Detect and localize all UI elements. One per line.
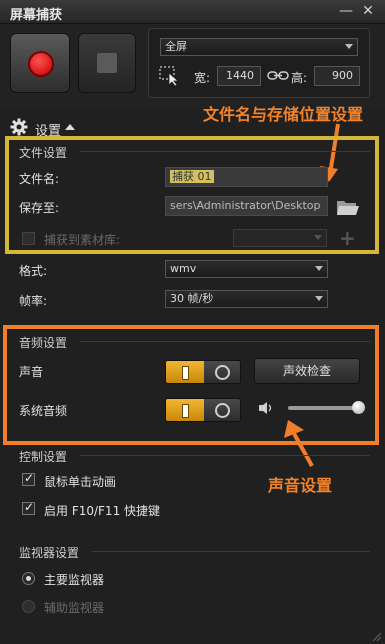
saveto-input[interactable]: sers\Administrator\Desktop xyxy=(165,196,328,216)
speaker-icon xyxy=(258,401,274,415)
height-label: 高: xyxy=(291,71,308,85)
secondary-monitor-radio[interactable] xyxy=(22,600,35,613)
hotkey-label: 启用 F10/F11 快捷键 xyxy=(44,504,161,518)
stop-button[interactable] xyxy=(78,33,136,93)
filename-value: 捕获 01 xyxy=(170,170,214,183)
volume-fill xyxy=(288,406,358,410)
height-input[interactable]: 900 xyxy=(314,66,360,86)
monitor-section-title: 监视器设置 xyxy=(19,546,80,560)
volume-slider[interactable] xyxy=(288,406,362,410)
add-icon[interactable]: + xyxy=(339,228,356,248)
toggle-on-icon xyxy=(166,361,204,383)
toggle-on-icon xyxy=(166,399,204,421)
resize-grip-icon[interactable] xyxy=(370,630,382,642)
link-icon[interactable] xyxy=(267,69,289,83)
primary-monitor-radio[interactable] xyxy=(22,572,35,585)
region-picker-icon[interactable] xyxy=(159,66,181,87)
library-checkbox[interactable] xyxy=(22,232,35,245)
chevron-down-icon xyxy=(315,296,323,301)
gear-icon[interactable] xyxy=(10,118,28,136)
sound-label: 声音 xyxy=(19,365,44,379)
record-button[interactable] xyxy=(10,33,70,93)
system-audio-label: 系统音频 xyxy=(19,404,68,418)
width-input[interactable]: 1440 xyxy=(217,66,261,86)
window-title: 屏幕捕获 xyxy=(10,8,63,23)
close-icon[interactable]: ✕ xyxy=(360,3,376,19)
chevron-down-icon xyxy=(315,266,323,271)
filename-input[interactable]: 捕获 01 xyxy=(165,167,328,187)
divider xyxy=(80,341,370,342)
divider xyxy=(92,551,370,552)
mouse-anim-label: 鼠标单击动画 xyxy=(44,475,117,489)
volume-slider-thumb[interactable] xyxy=(352,401,365,414)
saveto-label: 保存至: xyxy=(19,201,60,215)
audio-section-title: 音频设置 xyxy=(19,336,68,350)
format-label: 格式: xyxy=(19,264,48,278)
chevron-down-icon xyxy=(314,235,322,240)
width-label: 宽: xyxy=(194,71,211,85)
filename-label: 文件名: xyxy=(19,172,60,186)
stop-icon xyxy=(97,53,117,73)
format-value: wmv xyxy=(170,262,197,275)
record-icon xyxy=(28,51,54,77)
chevron-down-icon xyxy=(345,44,353,49)
divider xyxy=(80,455,370,456)
framerate-select[interactable]: 30 帧/秒 xyxy=(165,290,328,308)
hotkey-checkbox[interactable] xyxy=(22,500,35,515)
framerate-value: 30 帧/秒 xyxy=(170,292,214,305)
framerate-label: 帧率: xyxy=(19,294,48,308)
library-select[interactable] xyxy=(233,229,327,247)
divider xyxy=(80,151,370,152)
audio-settings-annotation: 声音设置 xyxy=(268,476,333,495)
library-label: 捕获到素材库: xyxy=(44,233,121,247)
secondary-monitor-label: 辅助监视器 xyxy=(44,601,105,615)
arrow-annotation-icon xyxy=(280,420,320,468)
sound-toggle[interactable] xyxy=(165,360,241,384)
region-select-value: 全屏 xyxy=(165,40,187,53)
minimize-icon[interactable]: — xyxy=(338,3,354,19)
system-audio-toggle[interactable] xyxy=(165,398,241,422)
primary-monitor-label: 主要监视器 xyxy=(44,573,105,587)
mouse-anim-checkbox[interactable] xyxy=(22,471,35,486)
toggle-off-icon xyxy=(204,399,240,421)
toggle-off-icon xyxy=(204,361,240,383)
format-select[interactable]: wmv xyxy=(165,260,328,278)
region-select[interactable]: 全屏 xyxy=(160,38,358,56)
control-section-title: 控制设置 xyxy=(19,450,68,464)
file-section-title: 文件设置 xyxy=(19,146,68,160)
chevron-up-icon[interactable] xyxy=(65,124,75,130)
folder-icon[interactable] xyxy=(336,197,360,217)
sound-check-button[interactable]: 声效检查 xyxy=(254,358,360,384)
